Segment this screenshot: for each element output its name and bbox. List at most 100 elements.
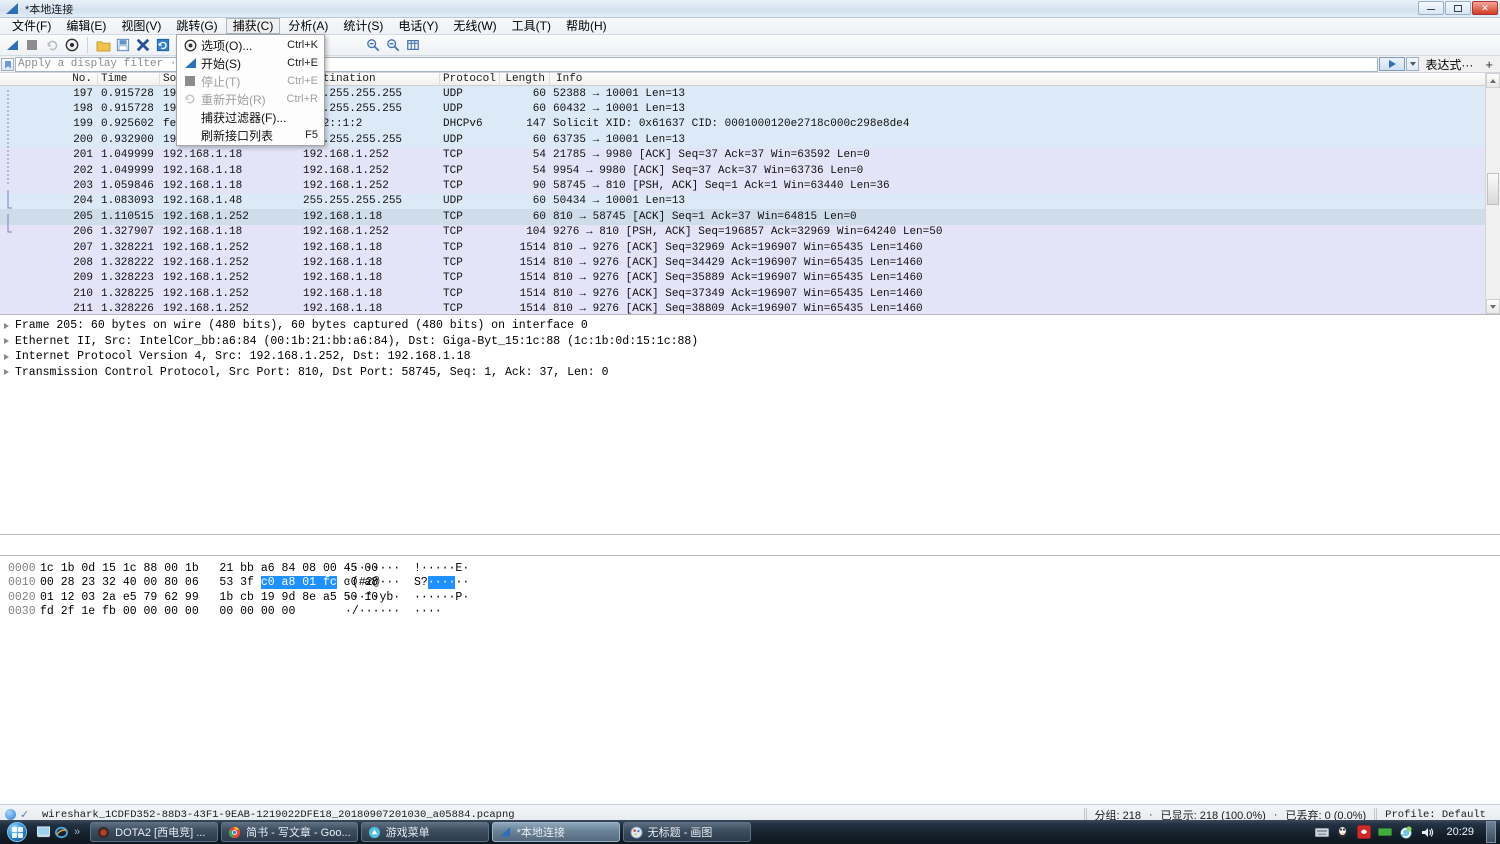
packet-no: 208: [0, 257, 98, 269]
packet-row[interactable]: 2021.049999192.168.1.18192.168.1.252TCP5…: [0, 163, 1500, 178]
expand-chevron-icon[interactable]: [4, 369, 9, 375]
menu-go[interactable]: 跳转(G): [169, 18, 224, 34]
packet-row[interactable]: 2071.328221192.168.1.252192.168.1.18TCP1…: [0, 240, 1500, 255]
tray-qq-icon[interactable]: [1335, 825, 1350, 840]
packet-bytes-pane: 00001c 1b 0d 15 1c 88 00 1b 21 bb a6 84 …: [0, 555, 1500, 804]
protocol-tree-row[interactable]: Internet Protocol Version 4, Src: 192.16…: [0, 349, 1500, 365]
menu-item-capture-restart: 重新开始(R) Ctrl+R: [177, 90, 324, 108]
protocol-tree-row[interactable]: Frame 205: 60 bytes on wire (480 bits), …: [0, 318, 1500, 334]
menu-file[interactable]: 文件(F): [5, 18, 58, 34]
menu-telephony[interactable]: 电话(Y): [391, 18, 445, 34]
expand-chevron-icon[interactable]: [4, 354, 9, 360]
taskbar-button[interactable]: 无标题 - 画图: [623, 822, 751, 842]
packet-protocol: TCP: [440, 288, 500, 300]
menu-capture[interactable]: 捕获(C): [226, 18, 281, 34]
hex-dump-row[interactable]: 002001 12 03 2a e5 79 62 99 1b cb 19 9d …: [0, 590, 1500, 605]
packet-row[interactable]: 2111.328226192.168.1.252192.168.1.18TCP1…: [0, 301, 1500, 315]
protocol-tree-row[interactable]: Ethernet II, Src: IntelCor_bb:a6:84 (00:…: [0, 334, 1500, 350]
scroll-up-button[interactable]: [1486, 73, 1500, 88]
packet-source: 192.168.1.18: [160, 149, 300, 161]
save-file-icon[interactable]: [115, 37, 131, 53]
packet-row[interactable]: 2081.328222192.168.1.252192.168.1.18TCP1…: [0, 255, 1500, 270]
hex-offset: 0020: [0, 591, 40, 604]
minimize-button[interactable]: [1418, 1, 1444, 15]
hex-dump-row[interactable]: 00001c 1b 0d 15 1c 88 00 1b 21 bb a6 84 …: [0, 561, 1500, 576]
packet-row[interactable]: 2061.327907192.168.1.18192.168.1.252TCP1…: [0, 225, 1500, 240]
quick-launch-overflow-icon[interactable]: »: [72, 826, 82, 838]
menu-item-capture-start[interactable]: 开始(S) Ctrl+E: [177, 54, 324, 72]
packet-length: 1514: [500, 303, 550, 315]
zoom-out2-icon[interactable]: [385, 37, 401, 53]
packet-info: 21785 → 9980 [ACK] Seq=37 Ack=37 Win=635…: [550, 149, 1500, 161]
hex-dump-row[interactable]: 0030fd 2f 1e fb 00 00 00 00 00 00 00 00·…: [0, 605, 1500, 620]
maximize-button[interactable]: [1445, 1, 1471, 15]
column-header-protocol[interactable]: Protocol: [440, 73, 500, 86]
hex-offset: 0000: [0, 562, 40, 575]
packet-row[interactable]: 2101.328225192.168.1.252192.168.1.18TCP1…: [0, 286, 1500, 301]
column-header-time[interactable]: Time: [98, 73, 160, 86]
close-button[interactable]: ✕: [1472, 1, 1498, 15]
scroll-down-button[interactable]: [1486, 299, 1500, 314]
zoom-out-icon[interactable]: [365, 37, 381, 53]
filter-history-button[interactable]: [1406, 57, 1419, 71]
system-tray: 20:29: [1314, 821, 1500, 843]
tray-security-icon[interactable]: [1356, 825, 1371, 840]
menu-wireless[interactable]: 无线(W): [446, 18, 503, 34]
expand-chevron-icon[interactable]: [4, 323, 9, 329]
column-header-info[interactable]: Info: [550, 73, 1500, 86]
packet-row[interactable]: 2041.083093192.168.1.48255.255.255.255UD…: [0, 194, 1500, 209]
menu-edit[interactable]: 编辑(E): [59, 18, 113, 34]
resize-columns-icon[interactable]: [405, 37, 421, 53]
packet-list-scrollbar[interactable]: [1485, 73, 1500, 314]
scrollbar-thumb[interactable]: [1487, 173, 1499, 205]
taskbar-button[interactable]: *本地连接: [492, 822, 620, 842]
filter-expression-button[interactable]: 表达式···: [1419, 56, 1479, 73]
capture-status-icon[interactable]: [5, 809, 16, 820]
packet-row[interactable]: 2011.049999192.168.1.18192.168.1.252TCP5…: [0, 148, 1500, 163]
column-header-no[interactable]: No.: [0, 73, 98, 86]
show-desktop-icon[interactable]: [36, 825, 51, 840]
hex-dump-row[interactable]: 001000 28 23 32 40 00 80 06 53 3f c0 a8 …: [0, 576, 1500, 591]
menu-analyze[interactable]: 分析(A): [281, 18, 335, 34]
packet-row[interactable]: 2031.059846192.168.1.18192.168.1.252TCP9…: [0, 178, 1500, 193]
packet-no: 202: [0, 165, 98, 177]
profile-label[interactable]: Profile: Default: [1385, 809, 1494, 821]
menu-item-capture-filters[interactable]: 捕获过滤器(F)...: [177, 108, 324, 126]
menu-item-capture-options[interactable]: 选项(O)... Ctrl+K: [177, 36, 324, 54]
packet-time: 1.328223: [98, 272, 160, 284]
close-file-icon[interactable]: [135, 37, 151, 53]
apply-filter-button[interactable]: [1379, 57, 1405, 71]
tray-sync-icon[interactable]: [1398, 825, 1413, 840]
restart-capture-icon[interactable]: [44, 37, 60, 53]
taskbar-clock[interactable]: 20:29: [1440, 826, 1480, 838]
packet-row[interactable]: 2091.328223192.168.1.252192.168.1.18TCP1…: [0, 271, 1500, 286]
packet-length: 60: [500, 195, 550, 207]
packet-row[interactable]: 2051.110515192.168.1.252192.168.1.18TCP6…: [0, 209, 1500, 224]
menu-statistics[interactable]: 统计(S): [336, 18, 390, 34]
column-header-length[interactable]: Length: [500, 73, 550, 86]
packet-no: 199: [0, 118, 98, 130]
menu-view[interactable]: 视图(V): [114, 18, 168, 34]
menu-help[interactable]: 帮助(H): [559, 18, 614, 34]
protocol-tree-row[interactable]: Transmission Control Protocol, Src Port:…: [0, 365, 1500, 381]
reload-file-icon[interactable]: [155, 37, 171, 53]
menu-item-refresh-interfaces[interactable]: 刷新接口列表 F5: [177, 126, 324, 144]
tray-volume-icon[interactable]: [1419, 825, 1434, 840]
taskbar-button[interactable]: 游戏菜单: [361, 822, 489, 842]
tray-network-icon[interactable]: [1377, 825, 1392, 840]
show-desktop-button[interactable]: [1486, 821, 1496, 843]
tray-keyboard-icon[interactable]: [1314, 825, 1329, 840]
menu-tools[interactable]: 工具(T): [505, 18, 558, 34]
taskbar-button[interactable]: DOTA2 [西电竞] ...: [90, 822, 218, 842]
taskbar-button-label: *本地连接: [517, 824, 565, 840]
internet-explorer-icon[interactable]: [54, 825, 69, 840]
taskbar-button[interactable]: 简书 - 写文章 - Goo...: [221, 822, 358, 842]
expand-chevron-icon[interactable]: [4, 338, 9, 344]
filter-bookmark-icon[interactable]: [1, 58, 14, 71]
stop-capture-icon[interactable]: [24, 37, 40, 53]
start-capture-icon[interactable]: [4, 37, 20, 53]
start-button[interactable]: [2, 821, 32, 843]
add-filter-button[interactable]: +: [1479, 57, 1499, 72]
capture-options-icon[interactable]: [64, 37, 80, 53]
open-file-icon[interactable]: [95, 37, 111, 53]
